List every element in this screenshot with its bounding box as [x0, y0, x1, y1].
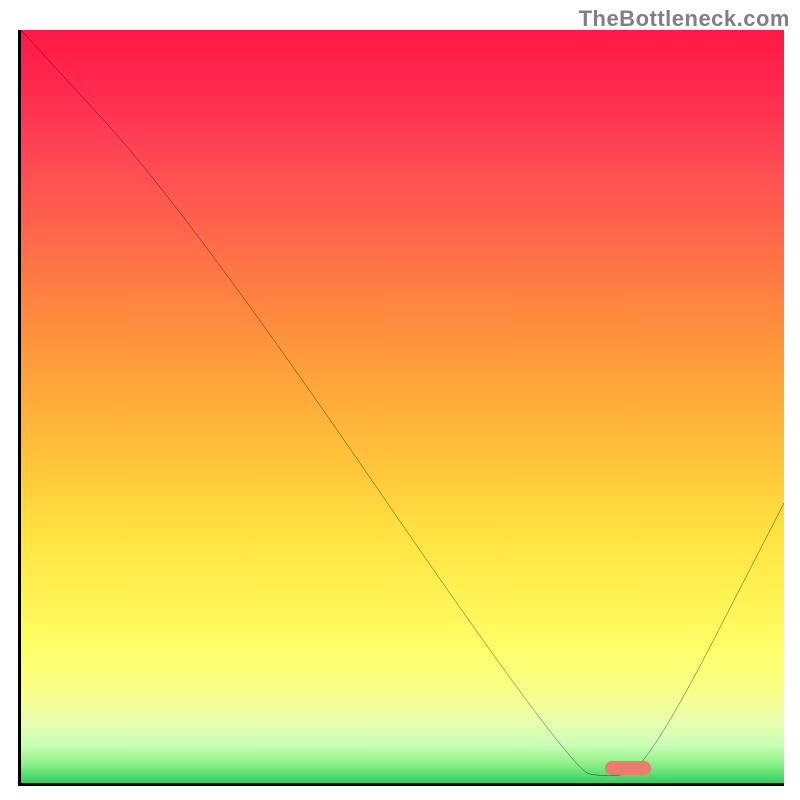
- minimum-marker: [605, 761, 651, 775]
- watermark-text: TheBottleneck.com: [579, 6, 790, 32]
- plot-area: [18, 30, 784, 786]
- curve-layer: [21, 30, 784, 786]
- curve-path: [21, 30, 784, 776]
- chart-container: TheBottleneck.com: [0, 0, 800, 800]
